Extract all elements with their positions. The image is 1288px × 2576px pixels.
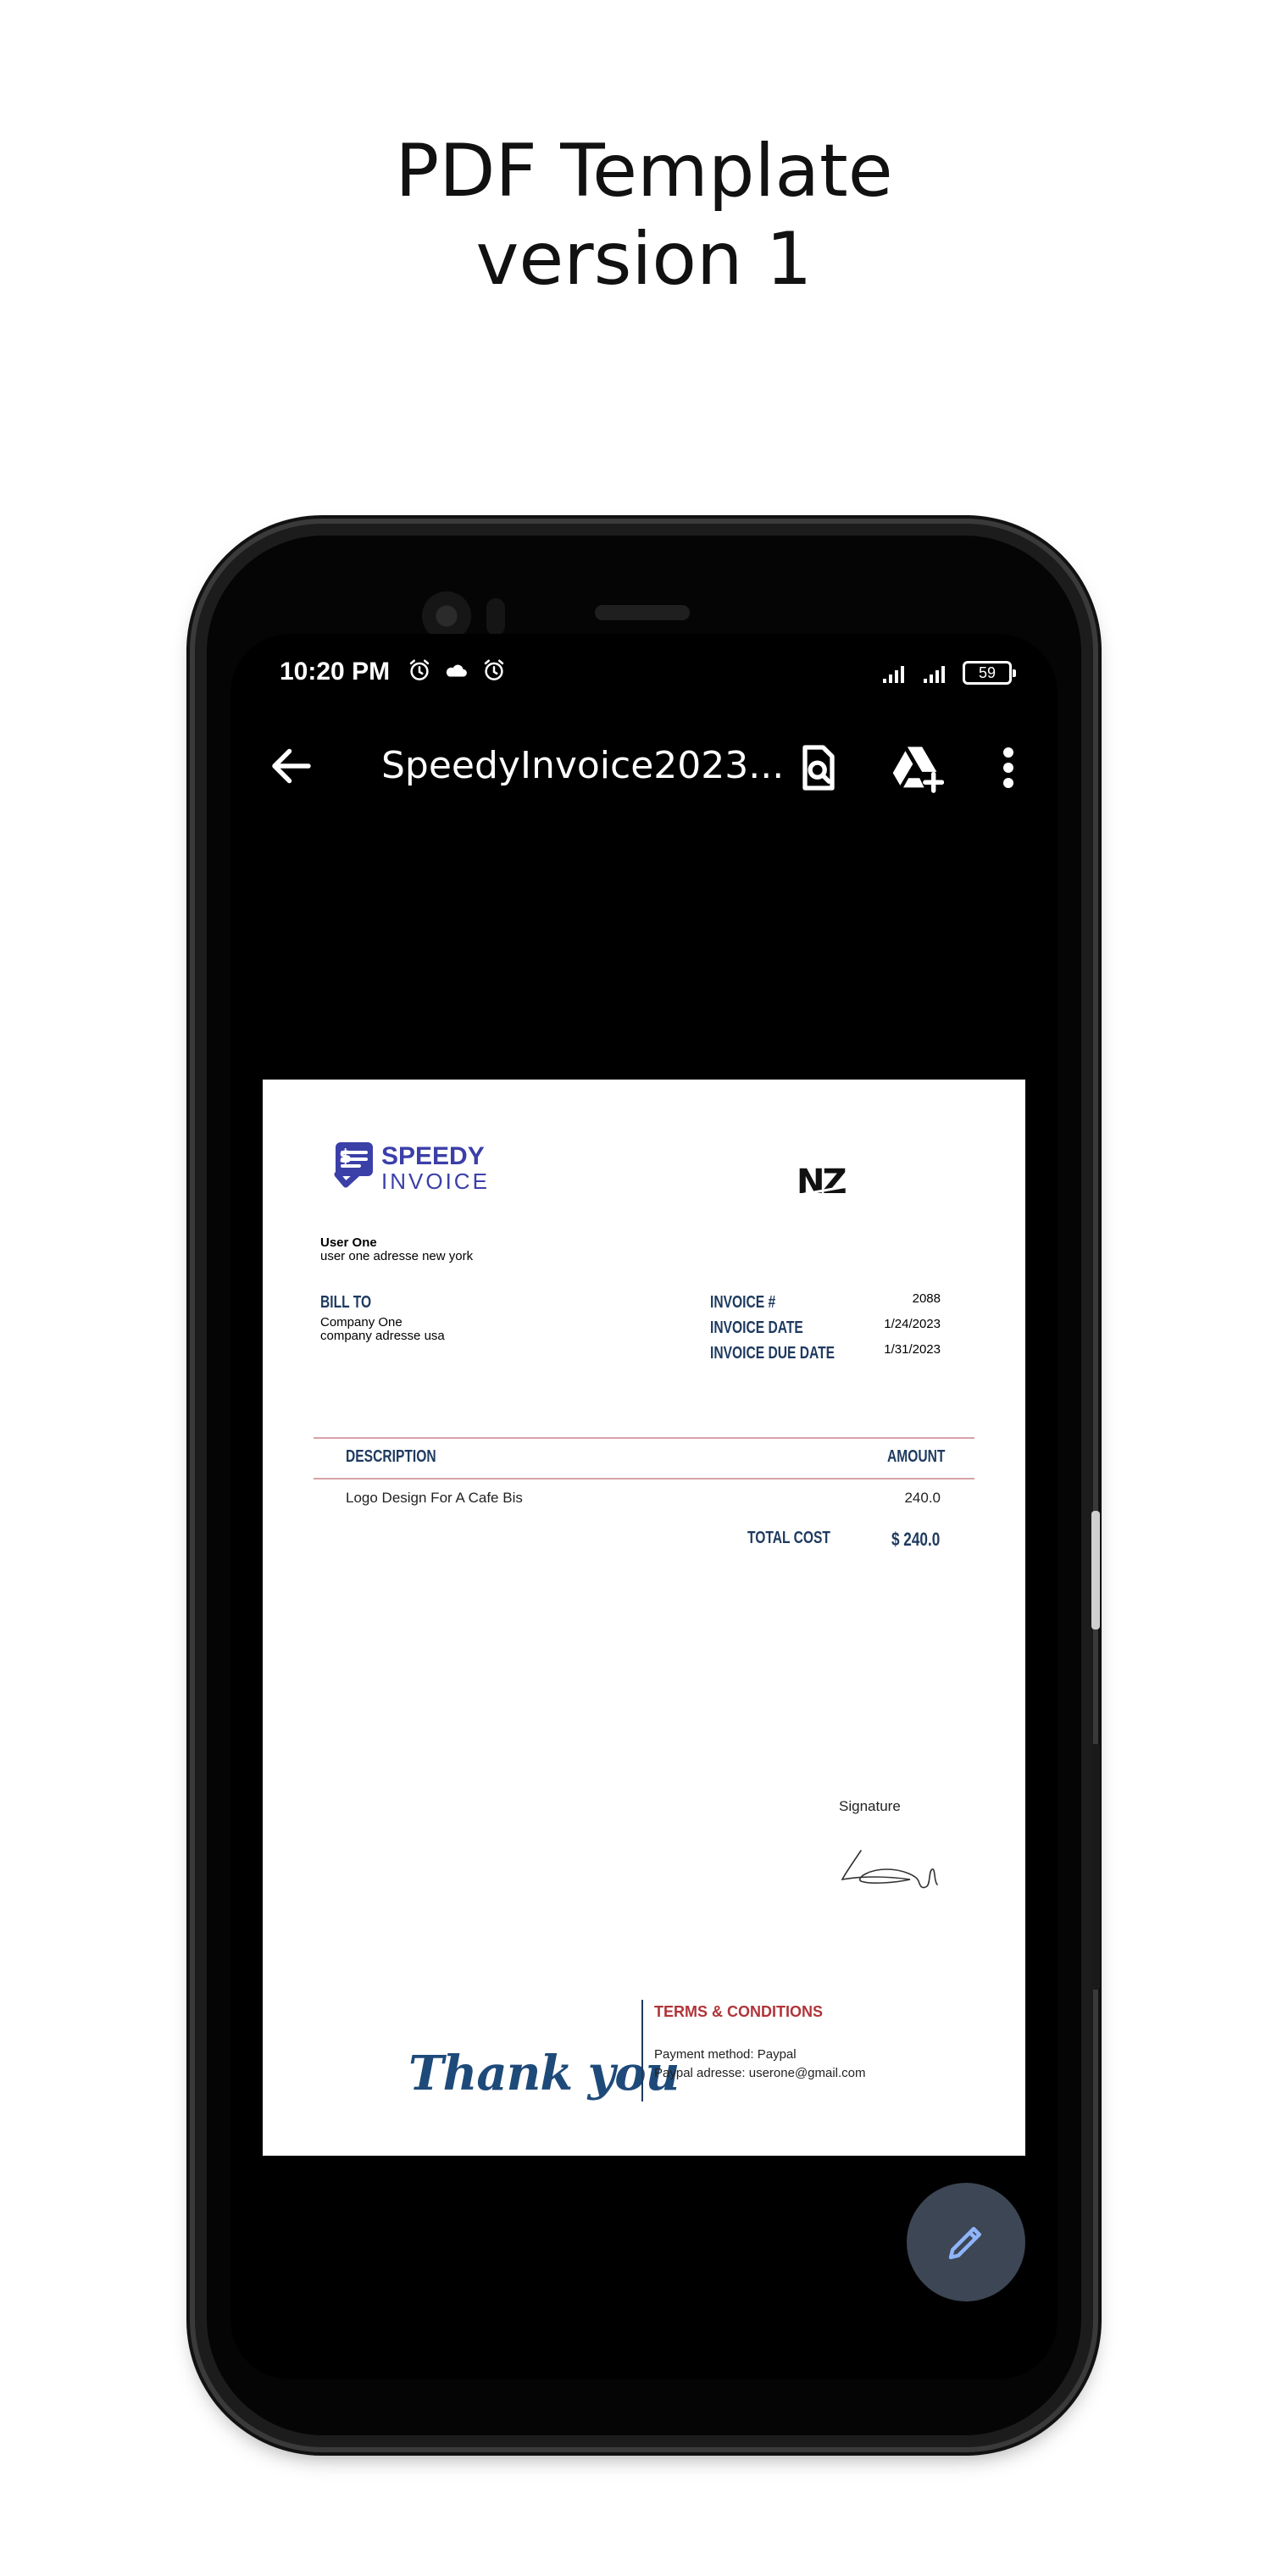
invoice-check-icon: $ [334, 1142, 373, 1188]
invoice-due-date-label: INVOICE DUE DATE [710, 1344, 836, 1363]
alarm-icon [484, 659, 504, 680]
battery-indicator: 59 [963, 661, 1016, 685]
logo-line-1: SPEEDY [381, 1142, 485, 1170]
pdf-invoice-page[interactable]: $ SPEEDY INVOICE NZ User One user one ad… [263, 1080, 1025, 2156]
thank-you-text: Thank you [408, 2046, 680, 2101]
bill-to-company: Company One [320, 1315, 402, 1330]
edit-fab-button[interactable] [907, 2183, 1025, 2301]
signal-icon [883, 666, 904, 683]
proximity-sensor [486, 598, 505, 636]
app-bar: SpeedyInvoice2023... [230, 715, 1058, 820]
status-system-icons: 59 [881, 661, 1016, 685]
table-top-rule [314, 1437, 974, 1439]
volume-button [1091, 1511, 1100, 1629]
table-header-rule [314, 1478, 974, 1480]
cloud-icon [446, 664, 467, 677]
invoice-date-label: INVOICE DATE [710, 1319, 803, 1337]
more-vert-icon[interactable] [991, 741, 1025, 795]
phone-frame: 10:20 PM 59 SpeedyInvoice2023... $ SPEED… [195, 524, 1100, 2447]
drive-add-icon[interactable] [890, 742, 944, 793]
invoice-date: 1/24/2023 [884, 1317, 941, 1331]
table-header-description: DESCRIPTION [346, 1447, 436, 1466]
status-bar: 10:20 PM 59 [230, 634, 1058, 715]
table-row-amount: 240.0 [904, 1490, 941, 1506]
sender-address: user one adresse new york [320, 1249, 474, 1263]
total-cost-value: $ 240.0 [891, 1529, 941, 1550]
signal-icon [924, 666, 945, 683]
pencil-icon [948, 2227, 981, 2260]
table-header-amount: AMOUNT [887, 1447, 946, 1466]
status-notification-icons [407, 658, 507, 683]
total-cost-label: TOTAL COST [747, 1529, 830, 1547]
battery-level: 59 [978, 664, 997, 681]
document-title: SpeedyInvoice2023... [381, 744, 785, 787]
alarm-icon [409, 659, 430, 680]
status-time: 10:20 PM [280, 658, 391, 686]
terms-title: TERMS & CONDITIONS [654, 2003, 824, 2020]
sender-name: User One [320, 1235, 377, 1250]
bill-to-address: company adresse usa [320, 1329, 445, 1343]
earpiece-speaker [595, 605, 690, 620]
table-row-description: Logo Design For A Cafe Bis [346, 1490, 523, 1506]
logo-wordmark: SPEEDY INVOICE [381, 1142, 490, 1194]
terms-payment-address: Paypal adresse: userone@gmail.com [654, 2066, 866, 2080]
signature-image [841, 1850, 938, 1889]
nz-logo: NZ [797, 1163, 848, 1198]
bill-to-label: BILL TO [320, 1293, 372, 1312]
caption-line-2: version 1 [475, 217, 813, 302]
caption-line-1: PDF Template [395, 129, 893, 214]
phone-screen: 10:20 PM 59 SpeedyInvoice2023... $ SPEED… [230, 634, 1058, 2379]
invoice-number-label: INVOICE # [710, 1293, 776, 1312]
invoice-due-date: 1/31/2023 [884, 1342, 941, 1357]
invoice-number: 2088 [912, 1291, 941, 1306]
back-arrow-icon[interactable] [266, 741, 317, 791]
power-button [1091, 1744, 1100, 1990]
page-caption: PDF Template version 1 [0, 127, 1288, 303]
speedy-invoice-logo: $ SPEEDY INVOICE [332, 1139, 487, 1198]
terms-payment-method: Payment method: Paypal [654, 2047, 797, 2062]
signature-label: Signature [839, 1798, 901, 1814]
footer-divider [641, 2000, 643, 2101]
search-document-icon[interactable] [791, 741, 846, 795]
svg-text:$: $ [339, 1146, 352, 1168]
logo-line-2: INVOICE [381, 1169, 490, 1194]
